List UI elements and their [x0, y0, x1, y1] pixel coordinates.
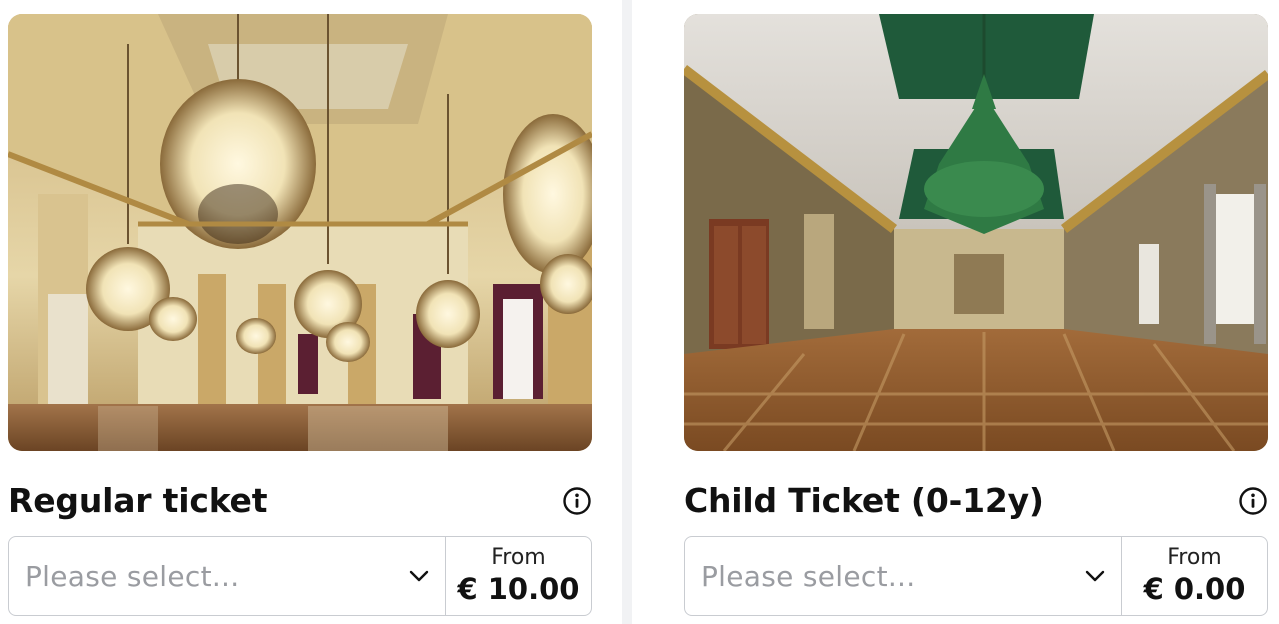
- ticket-card-child: Child Ticket (0-12y) Please select... Fr…: [684, 14, 1268, 616]
- ticket-title-row: Child Ticket (0-12y): [684, 479, 1268, 523]
- price-prefix: From: [1167, 545, 1222, 570]
- ticket-selection-page: Regular ticket Please select... From € 1…: [0, 0, 1279, 624]
- info-circle-icon[interactable]: [1238, 486, 1268, 516]
- ticket-title: Child Ticket (0-12y): [684, 481, 1044, 520]
- info-circle-icon[interactable]: [562, 486, 592, 516]
- chevron-down-icon: [409, 570, 429, 582]
- ticket-title: Regular ticket: [8, 481, 268, 520]
- dropdown-placeholder: Please select...: [25, 559, 240, 593]
- ticket-quantity-select: Please select... From € 0.00: [684, 536, 1268, 616]
- column-divider: [622, 0, 632, 624]
- price-prefix: From: [491, 545, 546, 570]
- ticket-image-regular: [8, 14, 592, 451]
- price-value: € 10.00: [457, 572, 580, 606]
- quantity-dropdown[interactable]: Please select...: [9, 537, 445, 615]
- ticket-card-regular: Regular ticket Please select... From € 1…: [8, 14, 592, 616]
- dropdown-placeholder: Please select...: [701, 559, 916, 593]
- ticket-title-row: Regular ticket: [8, 479, 592, 523]
- price-value: € 0.00: [1143, 572, 1246, 606]
- ticket-quantity-select: Please select... From € 10.00: [8, 536, 592, 616]
- chevron-down-icon: [1085, 570, 1105, 582]
- price-box: From € 10.00: [445, 537, 591, 615]
- price-box: From € 0.00: [1121, 537, 1267, 615]
- quantity-dropdown[interactable]: Please select...: [685, 537, 1121, 615]
- ticket-image-child: [684, 14, 1268, 451]
